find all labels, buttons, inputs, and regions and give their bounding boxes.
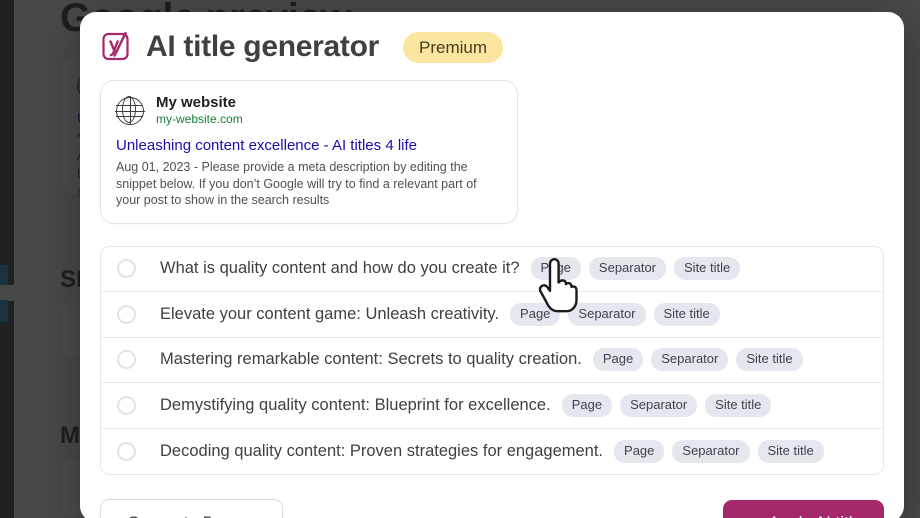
preview-site-url: my-website.com (156, 112, 243, 126)
preview-site-block: My website my-website.com (156, 94, 243, 127)
tag-separator: Separator (672, 439, 750, 463)
tag-separator: Separator (651, 348, 729, 372)
title-option-row[interactable]: Decoding quality content: Proven strateg… (101, 428, 883, 474)
globe-icon (115, 95, 145, 126)
tag-separator: Separator (588, 257, 667, 281)
apply-ai-title-button[interactable]: ✓ Apply AI title (723, 500, 884, 518)
tag-page: Page (510, 302, 561, 326)
title-option-label: Mastering remarkable content: Secrets to… (160, 350, 582, 369)
title-option-radio[interactable] (117, 259, 136, 279)
apply-ai-title-label: Apply AI title (768, 513, 862, 518)
title-option-tags: Page Separator Site title (592, 348, 803, 372)
title-option-tags: Page Separator Site title (530, 257, 741, 281)
premium-badge: Premium (402, 31, 503, 63)
tag-page: Page (561, 393, 613, 417)
title-option-tags: Page Separator Site title (561, 393, 772, 417)
title-option-radio[interactable] (117, 304, 136, 324)
title-option-tags: Page Separator Site title (614, 439, 824, 463)
modal-title: AI title generator (146, 30, 379, 63)
generated-titles-list: What is quality content and how do you c… (100, 245, 884, 475)
title-option-label: What is quality content and how do you c… (160, 259, 520, 278)
modal-header: AI title generator Premium (100, 30, 884, 64)
generate-more-button[interactable]: Generate 5 more (100, 499, 283, 518)
tag-site-title: Site title (653, 302, 720, 326)
preview-title-link[interactable]: Unleashing content excellence - AI title… (116, 136, 502, 155)
title-option-label: Elevate your content game: Unleash creat… (160, 304, 500, 323)
tag-page: Page (592, 348, 644, 372)
tag-site-title: Site title (757, 439, 824, 463)
screen: Google preview Unleashing content excell… (0, 0, 920, 518)
tag-page: Page (530, 257, 581, 281)
tag-separator: Separator (620, 393, 698, 417)
preview-site-row: My website my-website.com (115, 94, 502, 127)
modal-footer: Generate 5 more ✓ Apply AI title (100, 499, 884, 518)
yoast-logo-icon (100, 31, 132, 63)
title-option-row[interactable]: Demystifying quality content: Blueprint … (101, 383, 883, 429)
title-option-label: Decoding quality content: Proven strateg… (160, 441, 604, 460)
google-preview-card: My website my-website.com Unleashing con… (100, 80, 518, 224)
title-option-radio[interactable] (117, 350, 136, 370)
tag-site-title: Site title (674, 257, 741, 281)
title-option-radio[interactable] (117, 441, 136, 461)
tag-page: Page (614, 439, 665, 463)
tag-site-title: Site title (736, 348, 803, 372)
tag-separator: Separator (568, 302, 646, 326)
title-option-row[interactable]: Elevate your content game: Unleash creat… (101, 292, 883, 338)
title-option-radio[interactable] (117, 395, 136, 415)
preview-site-name: My website (156, 94, 237, 111)
title-option-row[interactable]: Mastering remarkable content: Secrets to… (101, 337, 883, 383)
title-option-label: Demystifying quality content: Blueprint … (160, 395, 551, 414)
preview-description: Aug 01, 2023 - Please provide a meta des… (116, 160, 477, 207)
ai-title-generator-modal: AI title generator Premium My website my… (80, 12, 904, 518)
tag-site-title: Site title (705, 393, 772, 417)
title-option-tags: Page Separator Site title (510, 302, 720, 326)
title-option-row[interactable]: What is quality content and how do you c… (101, 246, 883, 292)
check-icon: ✓ (745, 515, 759, 518)
